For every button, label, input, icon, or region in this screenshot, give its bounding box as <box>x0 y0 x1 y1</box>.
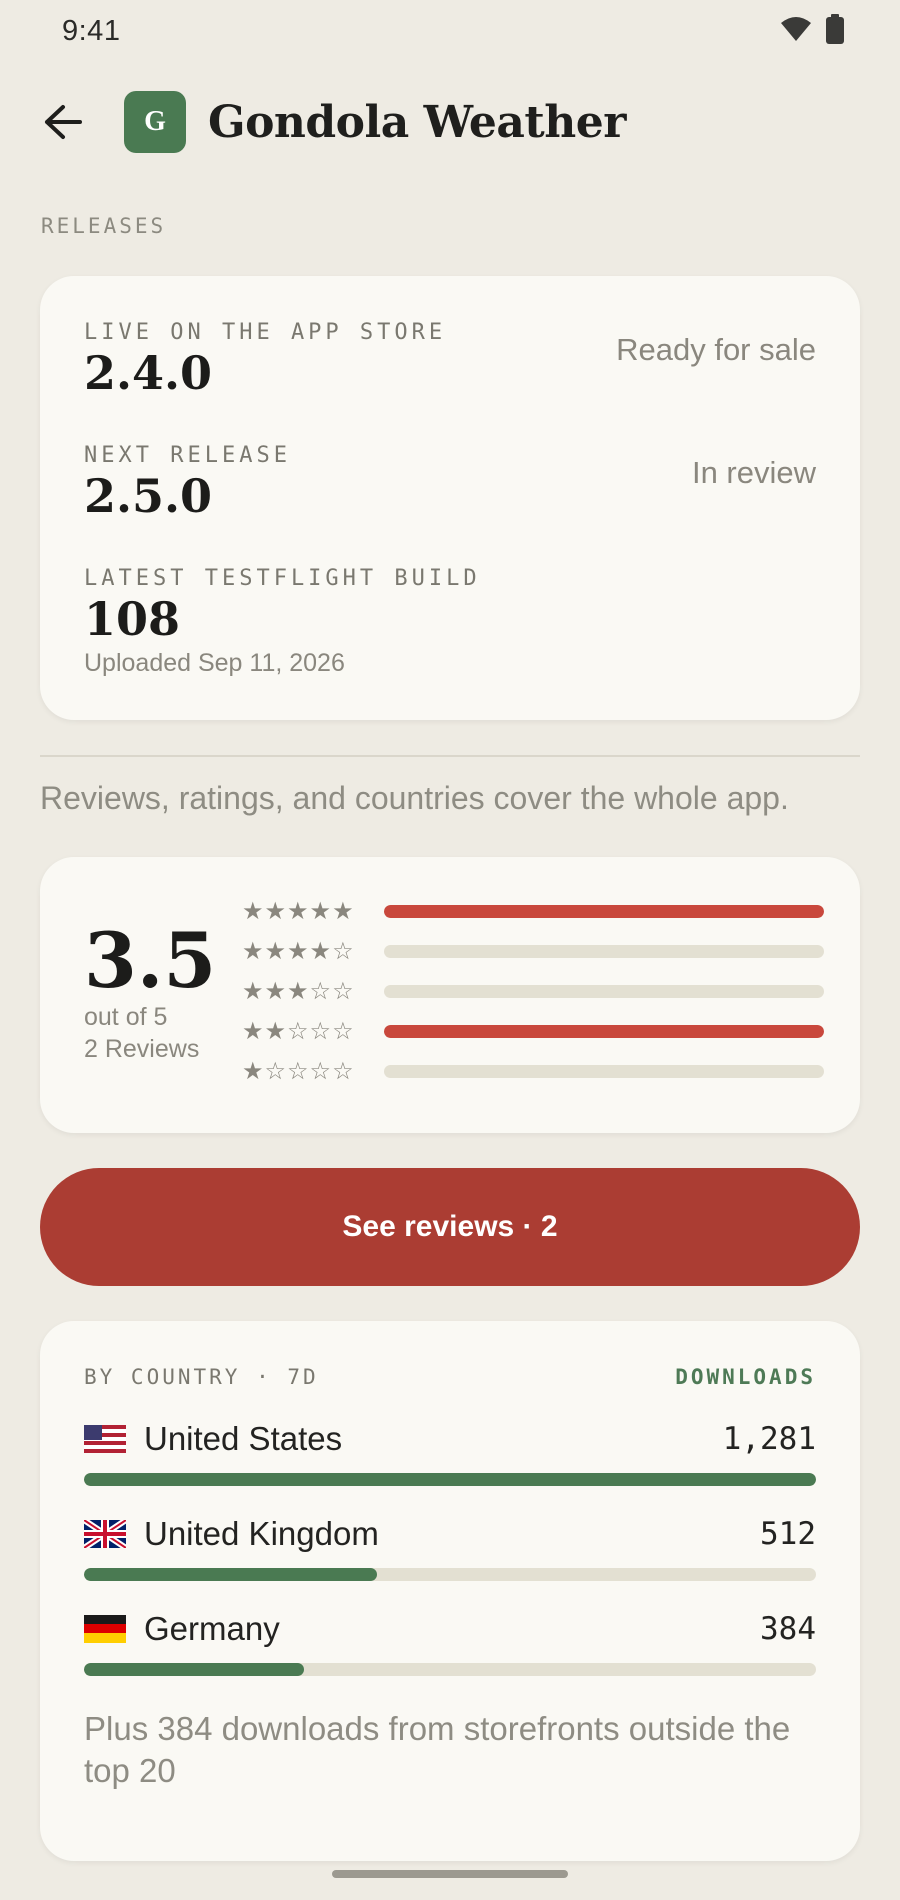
app-icon: G <box>124 91 186 153</box>
rating-row: ★☆☆☆☆ <box>242 1051 824 1091</box>
download-count: 1,281 <box>722 1421 816 1457</box>
country-title: BY COUNTRY · 7D <box>84 1365 319 1389</box>
star-icons: ★★★★★ <box>242 897 355 925</box>
country-bar-fill <box>84 1568 377 1581</box>
download-count: 512 <box>760 1516 816 1552</box>
upload-date: Uploaded Sep 11, 2026 <box>84 649 345 677</box>
star-icons: ★★☆☆☆ <box>242 1017 355 1045</box>
star-icons: ★★★★☆ <box>242 937 355 965</box>
country-bar-track <box>84 1473 816 1486</box>
rating-summary: 3.5 out of 5 2 Reviews <box>84 921 216 1065</box>
release-next: NEXT RELEASE 2.5.0 In review <box>84 443 816 524</box>
us-flag-icon <box>84 1425 126 1453</box>
page-title: Gondola Weather <box>208 96 626 148</box>
country-header: BY COUNTRY · 7D DOWNLOADS <box>84 1365 816 1389</box>
country-bar-fill <box>84 1473 816 1486</box>
rating-bar-fill <box>384 1024 824 1038</box>
rating-bar-track <box>384 1024 824 1038</box>
metric-label: DOWNLOADS <box>675 1365 816 1389</box>
back-button[interactable] <box>40 99 86 145</box>
ratings-card: 3.5 out of 5 2 Reviews ★★★★★ ★★★★☆ ★★★☆☆… <box>40 857 860 1133</box>
rating-bar-track <box>384 984 824 998</box>
rating-row: ★★★☆☆ <box>242 971 824 1011</box>
download-count: 384 <box>760 1611 816 1647</box>
country-name: Germany <box>84 1610 280 1648</box>
status-icons <box>780 13 844 49</box>
arrow-left-icon <box>45 105 82 139</box>
release-live: LIVE ON THE APP STORE 2.4.0 Ready for sa… <box>84 320 816 401</box>
battery-icon <box>826 13 844 49</box>
rating-scale: out of 5 <box>84 1003 168 1031</box>
release-status: In review <box>691 455 816 490</box>
star-icons: ★★★☆☆ <box>242 977 355 1005</box>
see-reviews-button[interactable]: See reviews · 2 <box>40 1168 860 1286</box>
rating-row: ★★★★★ <box>242 891 824 931</box>
country-row: United Kingdom 512 <box>84 1510 816 1581</box>
country-footnote: Plus 384 downloads from storefronts outs… <box>84 1710 791 1789</box>
divider <box>40 755 860 757</box>
release-label: LATEST TESTFLIGHT BUILD <box>84 566 481 591</box>
country-row: United States 1,281 <box>84 1415 816 1486</box>
country-bar-fill <box>84 1663 304 1676</box>
coverage-note: Reviews, ratings, and countries cover th… <box>40 780 789 816</box>
rating-bar-fill <box>384 904 824 918</box>
home-indicator[interactable] <box>332 1870 568 1878</box>
country-name: United Kingdom <box>84 1515 379 1553</box>
country-bar-track <box>84 1663 816 1676</box>
wifi-icon <box>780 16 812 47</box>
build-number: 108 <box>84 592 181 646</box>
country-row: Germany 384 <box>84 1605 816 1676</box>
rating-bar-track <box>384 944 824 958</box>
star-icons: ★☆☆☆☆ <box>242 1057 355 1085</box>
status-time: 9:41 <box>62 14 121 47</box>
country-label: Germany <box>144 1610 280 1647</box>
rating-bar-track <box>384 1064 824 1078</box>
rating-row: ★★☆☆☆ <box>242 1011 824 1051</box>
country-label: United States <box>144 1420 343 1457</box>
rating-row: ★★★★☆ <box>242 931 824 971</box>
releases-card: LIVE ON THE APP STORE 2.4.0 Ready for sa… <box>40 276 860 720</box>
country-label: United Kingdom <box>144 1515 379 1552</box>
status-bar: 9:41 <box>0 0 900 62</box>
app-header: G Gondola Weather <box>40 88 626 156</box>
rating-distribution: ★★★★★ ★★★★☆ ★★★☆☆ ★★☆☆☆ ★☆☆☆☆ <box>242 891 824 1091</box>
average-rating: 3.5 <box>84 916 217 1005</box>
country-name: United States <box>84 1420 342 1458</box>
release-testflight: LATEST TESTFLIGHT BUILD 108 Uploaded Sep… <box>84 566 816 678</box>
uk-flag-icon <box>84 1520 126 1548</box>
country-bar-track <box>84 1568 816 1581</box>
release-status: Ready for sale <box>616 332 816 367</box>
de-flag-icon <box>84 1615 126 1643</box>
country-card: BY COUNTRY · 7D DOWNLOADS United States … <box>40 1321 860 1861</box>
review-count: 2 Reviews <box>84 1035 200 1063</box>
releases-section-label: RELEASES <box>41 214 167 238</box>
rating-bar-track <box>384 904 824 918</box>
